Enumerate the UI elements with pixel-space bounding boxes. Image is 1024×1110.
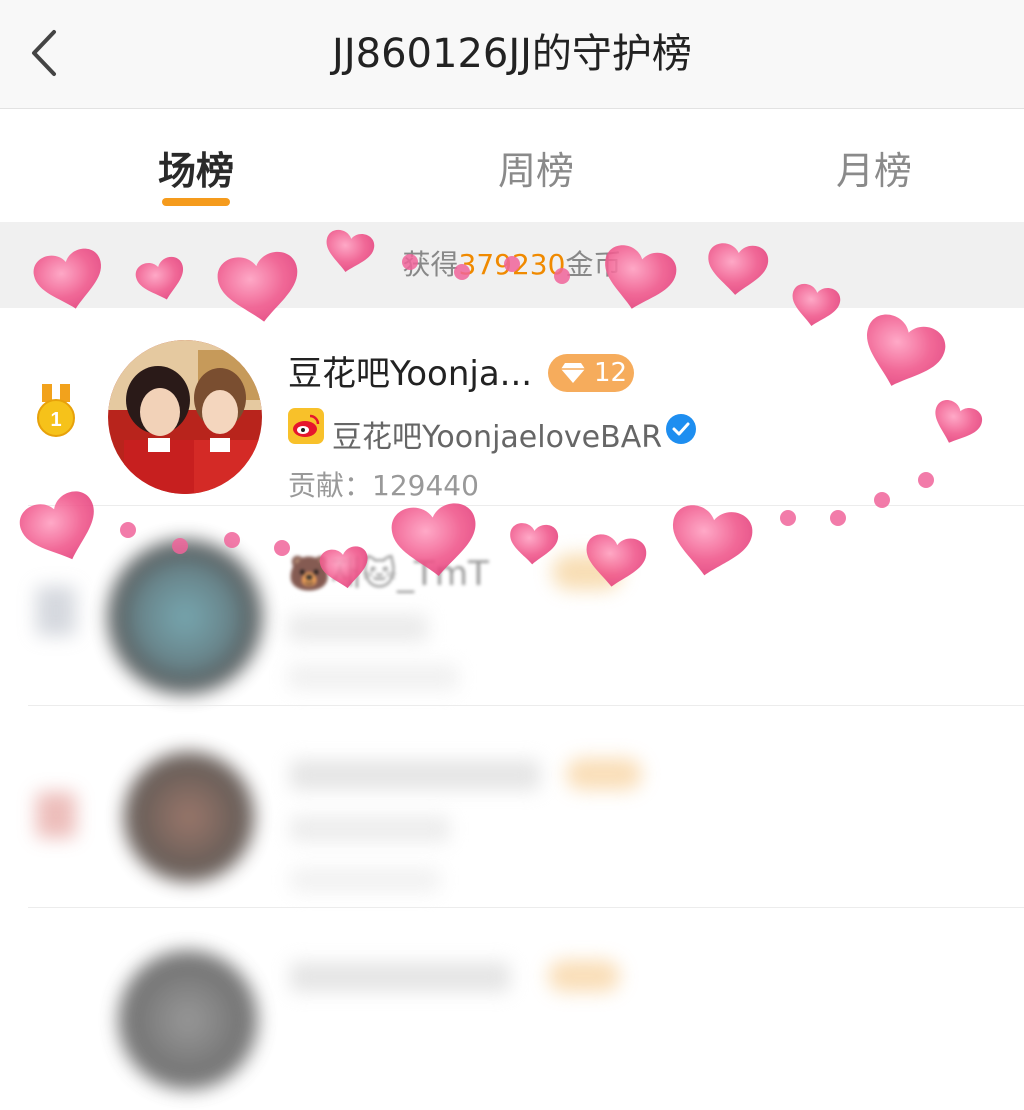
- weibo-account-name[interactable]: 豆花吧YoonjaeloveBAR: [332, 412, 662, 456]
- tab-bar: 场榜 周榜 月榜: [0, 109, 1024, 221]
- weibo-account-name: [288, 614, 428, 642]
- avatar[interactable]: [108, 340, 262, 494]
- active-tab-indicator: [162, 198, 230, 206]
- silver-medal-icon: [36, 586, 76, 636]
- page-title: JJ860126JJ的守护榜: [332, 31, 692, 77]
- coin-summary: 获得379230金币: [0, 222, 1024, 308]
- ranking-row[interactable]: 1 豆花吧Yoonja... 12 豆花吧YoonjaeloveBAR 贡献：1…: [0, 310, 1024, 506]
- ranking-row[interactable]: 🐻재🐱_TmT: [0, 510, 1024, 706]
- row-divider: [28, 907, 1024, 908]
- tab-monthly-ranking[interactable]: 月榜: [774, 141, 974, 201]
- row-divider: [28, 505, 1024, 506]
- nav-bar: JJ860126JJ的守护榜: [0, 0, 1024, 109]
- contribution: [290, 868, 440, 892]
- user-name[interactable]: [290, 760, 540, 790]
- user-name[interactable]: [290, 962, 510, 992]
- level-badge: 12: [548, 354, 634, 392]
- avatar[interactable]: [118, 950, 258, 1090]
- contribution: 贡献：129440: [288, 464, 479, 504]
- weibo-icon: [288, 408, 324, 444]
- tab-weekly-ranking[interactable]: 周榜: [436, 141, 636, 201]
- verified-icon: [666, 414, 696, 444]
- tab-scene-ranking[interactable]: 场榜: [96, 141, 296, 201]
- ranking-row[interactable]: [0, 914, 1024, 1110]
- avatar[interactable]: [124, 752, 254, 882]
- diamond-icon: [561, 363, 585, 383]
- avatar[interactable]: [108, 540, 262, 694]
- level-value: 12: [594, 358, 628, 388]
- summary-prefix: 获得: [402, 248, 459, 281]
- contribution-value: 129440: [372, 469, 479, 502]
- rank-number: 1: [50, 409, 61, 431]
- level-badge: [566, 758, 642, 790]
- summary-suffix: 金币: [565, 248, 622, 281]
- ranking-row[interactable]: [0, 712, 1024, 908]
- user-name[interactable]: 豆花吧Yoonja...: [288, 346, 532, 395]
- user-name[interactable]: 🐻재🐱_TmT: [288, 546, 489, 595]
- bronze-medal-icon: [36, 792, 76, 838]
- contribution: [288, 664, 458, 690]
- level-badge: [552, 554, 622, 590]
- level-badge: [548, 960, 620, 992]
- contribution-label: 贡献：: [288, 469, 373, 502]
- weibo-account-name: [290, 816, 450, 842]
- row-divider: [28, 705, 1024, 706]
- summary-amount: 379230: [458, 248, 566, 281]
- gold-medal-icon: 1: [36, 384, 76, 438]
